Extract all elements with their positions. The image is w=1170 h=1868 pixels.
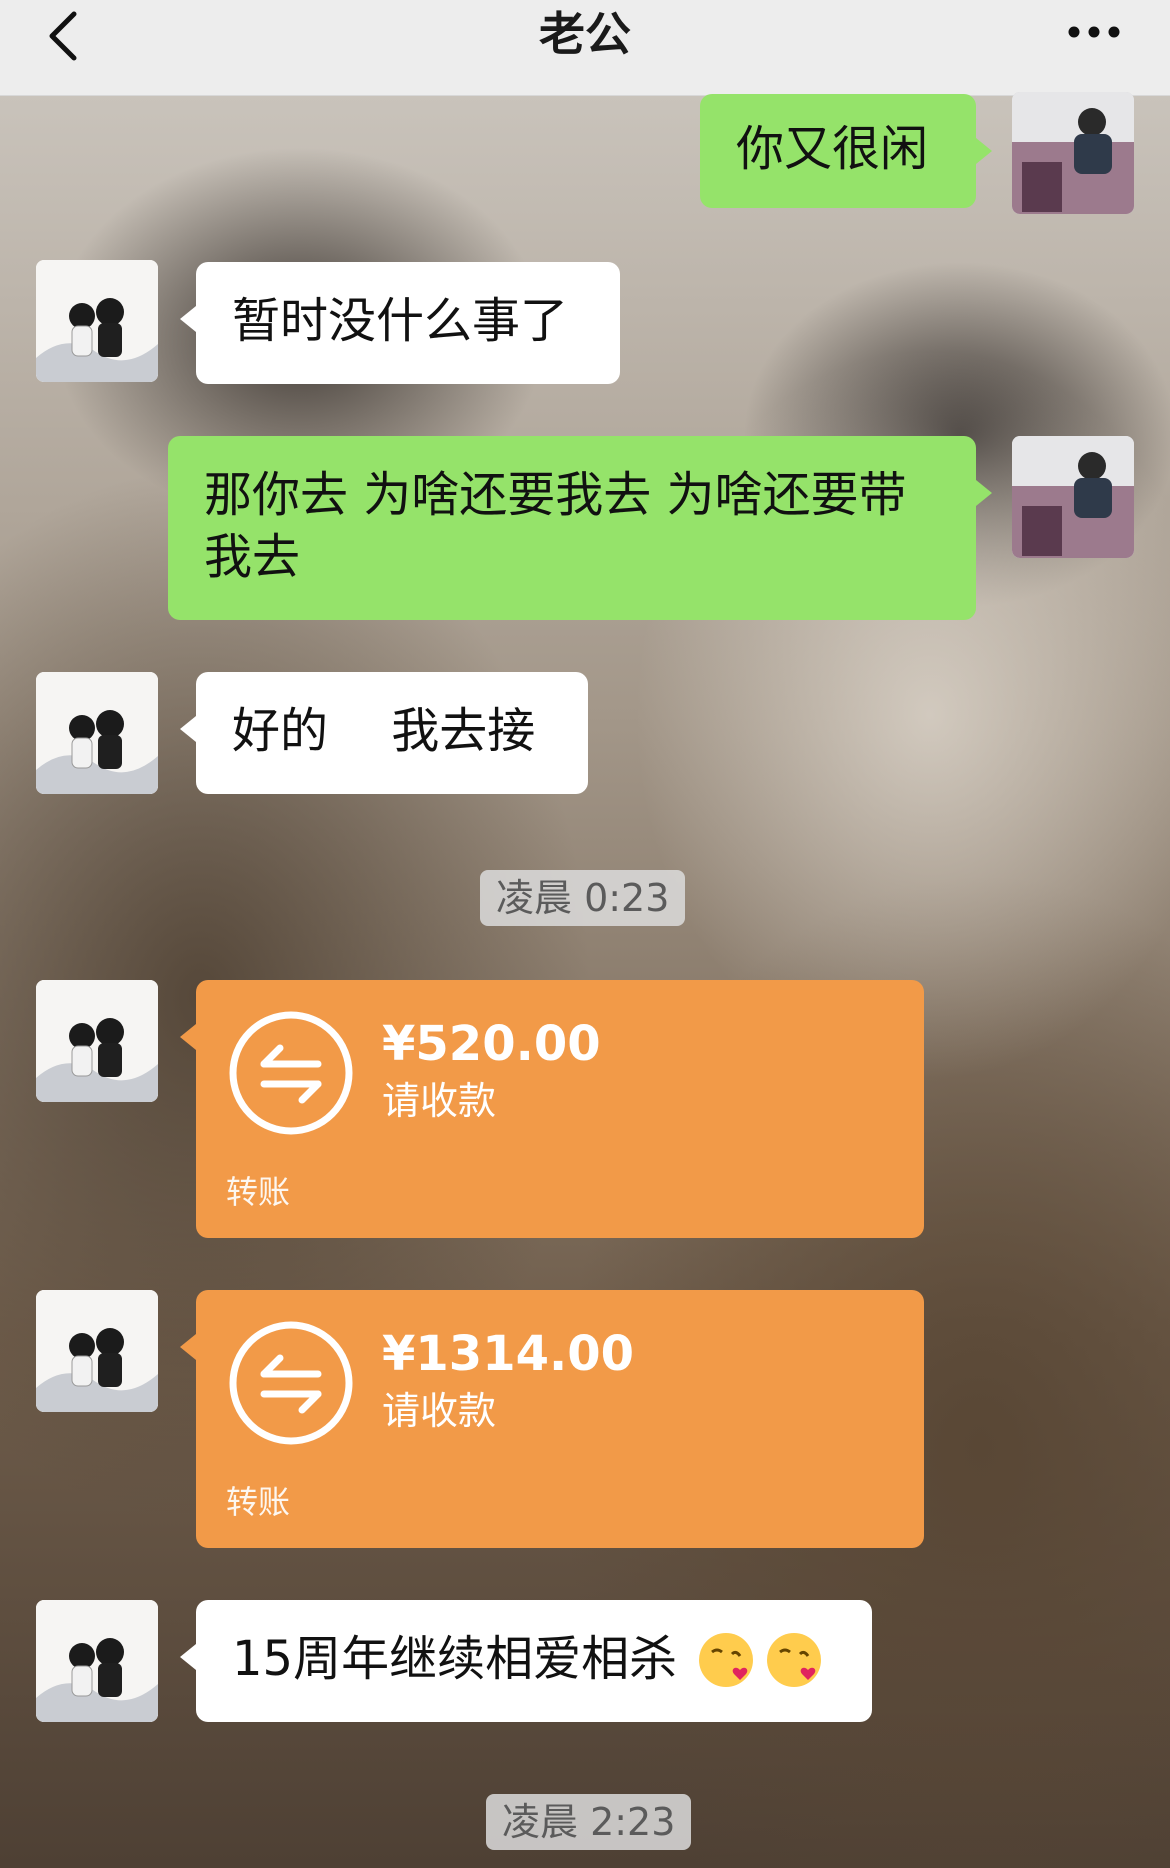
message-bubble-mine[interactable]: 那你去 为啥还要我去 为啥还要带我去 [168, 436, 992, 620]
message-text: 暂时没什么事了 [232, 293, 569, 349]
message-text: 那你去 为啥还要我去 为啥还要带我去 [204, 467, 907, 585]
transfer-amount: ¥1314.00 [382, 1326, 635, 1382]
transfer-status: 请收款 [382, 1389, 497, 1433]
message-bubble-contact[interactable]: 好的 我去接 [180, 672, 588, 794]
kissing-heart-emoji-icon [699, 1633, 753, 1687]
chat-title: 老公 [539, 7, 631, 61]
timestamp: 凌晨 2:23 [486, 1794, 692, 1850]
contact-avatar[interactable] [36, 260, 158, 382]
title-bar: 老公 [0, 0, 1170, 96]
transfer-card[interactable]: ¥520.00 请收款 转账 [180, 980, 924, 1238]
message-text: 你又很闲 [736, 121, 929, 177]
my-avatar[interactable] [1012, 436, 1134, 558]
contact-avatar[interactable] [36, 1290, 158, 1412]
contact-avatar[interactable] [36, 980, 158, 1102]
transfer-icon [229, 1321, 353, 1445]
more-options-icon[interactable] [1064, 12, 1124, 52]
my-avatar[interactable] [1012, 92, 1134, 214]
transfer-label: 转账 [226, 1173, 291, 1211]
kissing-heart-emoji-icon [767, 1633, 821, 1687]
message-bubble-contact[interactable]: 15周年继续相爱相杀 [180, 1600, 872, 1722]
transfer-icon [229, 1011, 353, 1135]
transfer-status: 请收款 [382, 1079, 497, 1123]
message-bubble-mine[interactable]: 你又很闲 [700, 94, 992, 208]
contact-avatar[interactable] [36, 1600, 158, 1722]
message-text: 好的 我去接 [232, 703, 536, 759]
message-bubble-contact[interactable]: 暂时没什么事了 [180, 262, 620, 384]
transfer-label: 转账 [226, 1483, 291, 1521]
timestamp: 凌晨 0:23 [480, 870, 686, 926]
transfer-amount: ¥520.00 [382, 1016, 601, 1072]
transfer-card[interactable]: ¥1314.00 请收款 转账 [180, 1290, 924, 1548]
contact-avatar[interactable] [36, 672, 158, 794]
message-text: 15周年继续相爱相杀 [232, 1631, 678, 1687]
